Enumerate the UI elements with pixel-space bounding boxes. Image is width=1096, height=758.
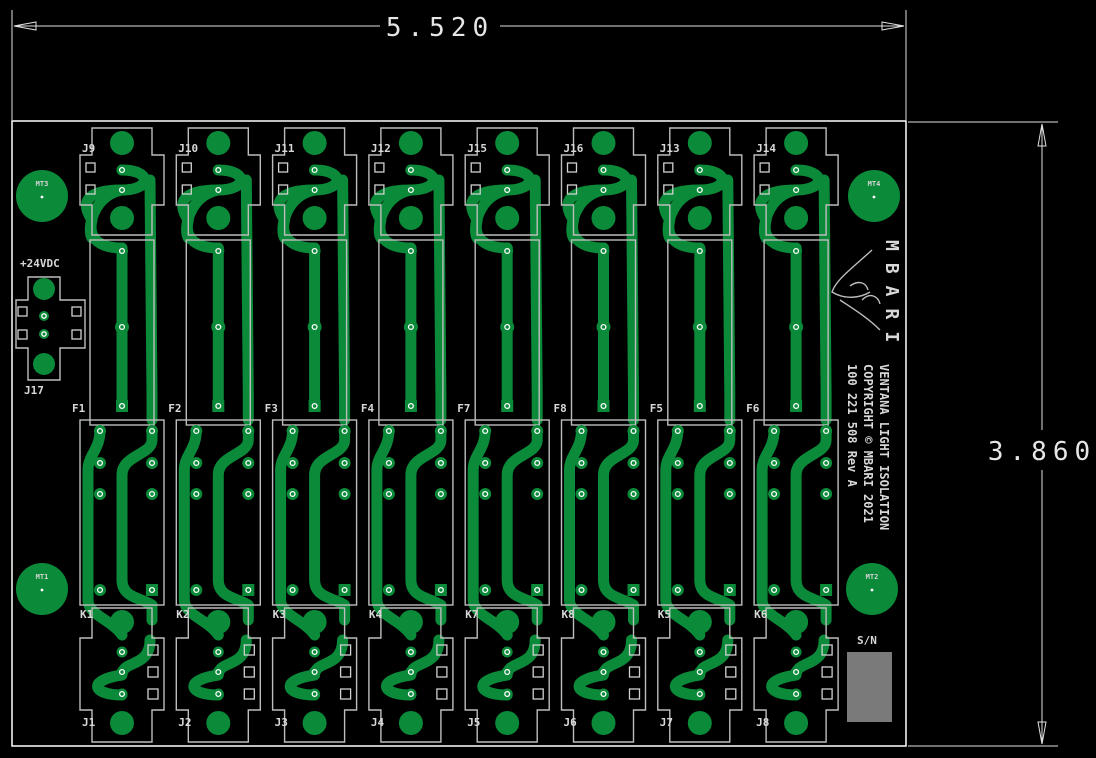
logo-text: MBARI bbox=[881, 240, 902, 354]
channel-5: J15 F7 K7 J5 bbox=[457, 127, 550, 743]
bottom-connector-label: J3 bbox=[275, 716, 288, 729]
top-connector-label: J13 bbox=[660, 142, 680, 155]
board-info-line3: 100 221 508 Rev A bbox=[845, 364, 859, 488]
width-dimension-value: 5.520 bbox=[386, 13, 494, 43]
mbari-logo: MBARI bbox=[831, 240, 902, 354]
top-connector-label: J14 bbox=[756, 142, 776, 155]
width-dimension: 5.520 bbox=[11, 10, 907, 120]
channel-7: J13 F5 K5 J7 bbox=[650, 127, 743, 743]
mounting-hole-mt3: MT3 bbox=[16, 170, 68, 222]
board-info-line2: COPYRIGHT © MBARI 2021 bbox=[861, 364, 875, 523]
relay-label: K8 bbox=[562, 608, 575, 621]
height-dimension-value: 3.860 bbox=[988, 437, 1096, 467]
svg-text:MT3: MT3 bbox=[36, 180, 49, 188]
mounting-hole-mt4: MT4 bbox=[848, 170, 900, 222]
svg-text:MT4: MT4 bbox=[868, 180, 881, 188]
fuse-label: F5 bbox=[650, 402, 663, 415]
power-designator: J17 bbox=[24, 384, 44, 397]
bottom-connector-label: J5 bbox=[467, 716, 480, 729]
power-pad-top bbox=[33, 278, 55, 300]
serial-box bbox=[847, 652, 892, 722]
height-dimension: 3.860 bbox=[908, 121, 1096, 747]
top-connector-label: J12 bbox=[371, 142, 391, 155]
fuse-label: F1 bbox=[72, 402, 86, 415]
channel-3: J11 F3 K3 J3 bbox=[265, 127, 358, 743]
channel-2: J10 F2 K2 J2 bbox=[168, 127, 262, 743]
channel-group: J9 F1 K1 J1 J10 F2 K2 J2 J11 F3 K3 J3 J12 F4 K4 J4 J15 F7… bbox=[72, 127, 839, 743]
serial-number-area: S/N bbox=[847, 634, 892, 722]
fuse-label: F7 bbox=[457, 402, 470, 415]
power-connector: +24VDC J17 bbox=[15, 257, 86, 397]
fuse-label: F2 bbox=[168, 402, 181, 415]
svg-text:MT1: MT1 bbox=[36, 573, 49, 581]
top-connector-label: J9 bbox=[82, 142, 95, 155]
top-connector-label: J15 bbox=[467, 142, 487, 155]
board-info-line1: VENTANA LIGHT ISOLATION bbox=[877, 364, 891, 530]
svg-text:MT2: MT2 bbox=[866, 573, 879, 581]
pcb-layout: 5.520 3.860 J9F1K1J1J10F2K2J2J11F3K3J3J1… bbox=[11, 10, 1096, 747]
channel-6: J16 F8 K8 J6 bbox=[554, 127, 647, 743]
fuse-label: F4 bbox=[361, 402, 375, 415]
relay-label: K7 bbox=[465, 608, 478, 621]
fuse-label: F8 bbox=[554, 402, 567, 415]
bottom-connector-label: J7 bbox=[660, 716, 673, 729]
bottom-connector-label: J4 bbox=[371, 716, 385, 729]
relay-label: K3 bbox=[273, 608, 286, 621]
board-info: VENTANA LIGHT ISOLATION COPYRIGHT © MBAR… bbox=[845, 364, 891, 530]
bottom-connector-label: J1 bbox=[82, 716, 96, 729]
channel-1: J9 F1 K1 J1 bbox=[72, 127, 165, 743]
relay-label: K2 bbox=[176, 608, 189, 621]
channel-4: J12 F4 K4 J4 bbox=[361, 127, 454, 743]
channel-8: J14 F6 K6 J8 bbox=[746, 127, 839, 743]
top-connector-label: J16 bbox=[564, 142, 584, 155]
serial-label: S/N bbox=[857, 634, 877, 647]
mounting-hole-mt1: MT1 bbox=[16, 563, 68, 615]
relay-label: K1 bbox=[80, 608, 94, 621]
bottom-connector-label: J2 bbox=[178, 716, 191, 729]
fuse-label: F6 bbox=[746, 402, 760, 415]
relay-label: K4 bbox=[369, 608, 383, 621]
relay-label: K6 bbox=[754, 608, 768, 621]
relay-label: K5 bbox=[658, 608, 671, 621]
bottom-connector-label: J8 bbox=[756, 716, 769, 729]
bottom-connector-label: J6 bbox=[564, 716, 578, 729]
power-label: +24VDC bbox=[20, 257, 60, 270]
top-connector-label: J11 bbox=[275, 142, 295, 155]
mounting-hole-mt2: MT2 bbox=[846, 563, 898, 615]
top-connector-label: J10 bbox=[178, 142, 198, 155]
fuse-label: F3 bbox=[265, 402, 278, 415]
